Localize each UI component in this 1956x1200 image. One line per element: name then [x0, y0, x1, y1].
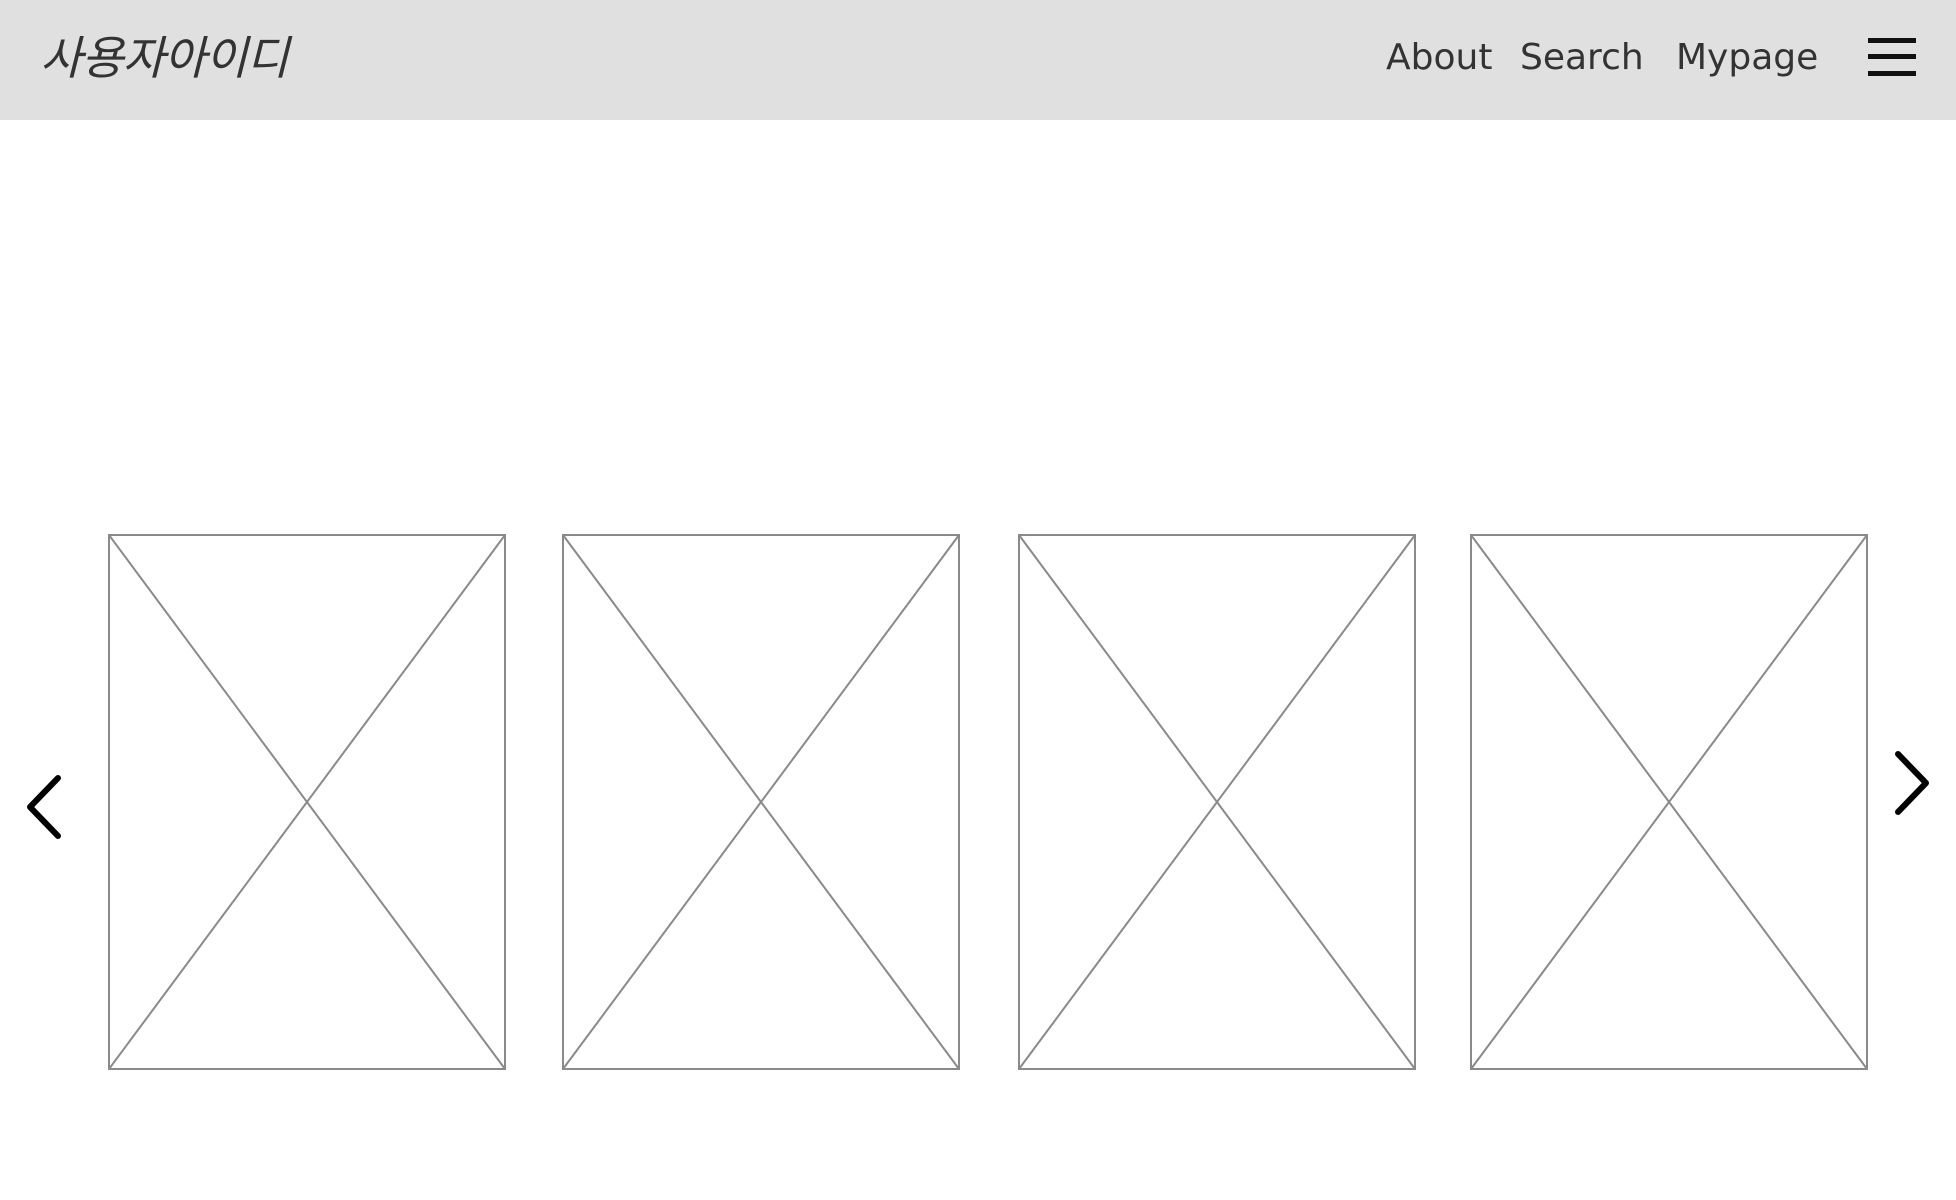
nav-search-link[interactable]: Search	[1520, 34, 1644, 82]
carousel-slide-3[interactable]	[1018, 534, 1416, 1070]
image-placeholder	[108, 534, 506, 1070]
nav-mypage-link[interactable]: Mypage	[1676, 34, 1818, 82]
menu-line	[1868, 54, 1916, 59]
carousel-slide-4[interactable]	[1470, 534, 1868, 1070]
image-placeholder	[1470, 534, 1868, 1070]
user-id-label[interactable]: 사용자아이디	[40, 28, 289, 88]
chevron-left-icon	[27, 775, 61, 839]
menu-line	[1868, 38, 1916, 43]
nav-about-link[interactable]: About	[1386, 34, 1492, 82]
header-bar: 사용자아이디 About Search Mypage	[0, 0, 1956, 120]
hamburger-menu-icon[interactable]	[1868, 38, 1916, 76]
menu-line	[1868, 71, 1916, 76]
carousel-slide-2[interactable]	[562, 534, 960, 1070]
carousel-slide-1[interactable]	[108, 534, 506, 1070]
chevron-right-icon	[1895, 751, 1929, 815]
image-placeholder	[1018, 534, 1416, 1070]
image-placeholder	[562, 534, 960, 1070]
carousel-prev-button[interactable]	[22, 772, 66, 842]
carousel-next-button[interactable]	[1890, 748, 1934, 818]
